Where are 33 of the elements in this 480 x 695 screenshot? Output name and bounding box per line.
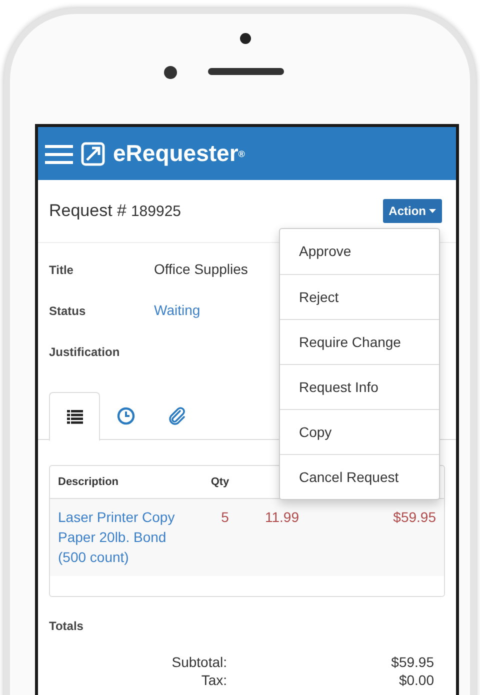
action-button[interactable]: Action (382, 199, 442, 223)
menu-item[interactable]: Require Change (280, 319, 439, 364)
column-header: Qty (210, 474, 230, 490)
tab[interactable] (49, 392, 100, 441)
logo-icon (81, 142, 105, 166)
totals-heading: Totals (49, 618, 84, 635)
menu-icon[interactable] (45, 144, 73, 164)
total-label: Subtotal: (170, 653, 227, 671)
request-heading: Request # 189925 (49, 200, 182, 222)
list-icon (66, 410, 82, 424)
clock-icon (116, 407, 134, 425)
table-cell-text: 5 (220, 508, 230, 527)
caret-icon (429, 209, 436, 213)
menu-item[interactable]: Cancel Request (280, 454, 439, 499)
field-label: Status (49, 302, 87, 320)
menu-item[interactable]: Approve (280, 229, 439, 274)
status-link[interactable]: Waiting (154, 300, 200, 321)
app-title: eRequester$^{®}$ (113, 139, 245, 168)
item-link[interactable]: Laser Printer Copy Paper 20lb. Bond (500 count) (50, 507, 200, 576)
speaker-icon (208, 68, 284, 75)
field-value: Office Supplies (154, 260, 248, 279)
menu-item[interactable]: Reject (280, 274, 439, 319)
table-cell-text: 11.99 (264, 508, 300, 527)
menu-item[interactable]: Request Info (280, 364, 439, 409)
total-label: Tax: (200, 671, 227, 689)
total-value: $59.95 (390, 653, 435, 671)
table-cell-text: $59.95 (392, 508, 437, 527)
total-value: $0.00 (398, 671, 435, 689)
paperclip-icon (166, 406, 186, 426)
column-header: Description (57, 474, 120, 490)
field-label: Title (49, 262, 74, 278)
menu-item[interactable]: Copy (280, 409, 439, 454)
field-label: Justification (49, 344, 121, 360)
